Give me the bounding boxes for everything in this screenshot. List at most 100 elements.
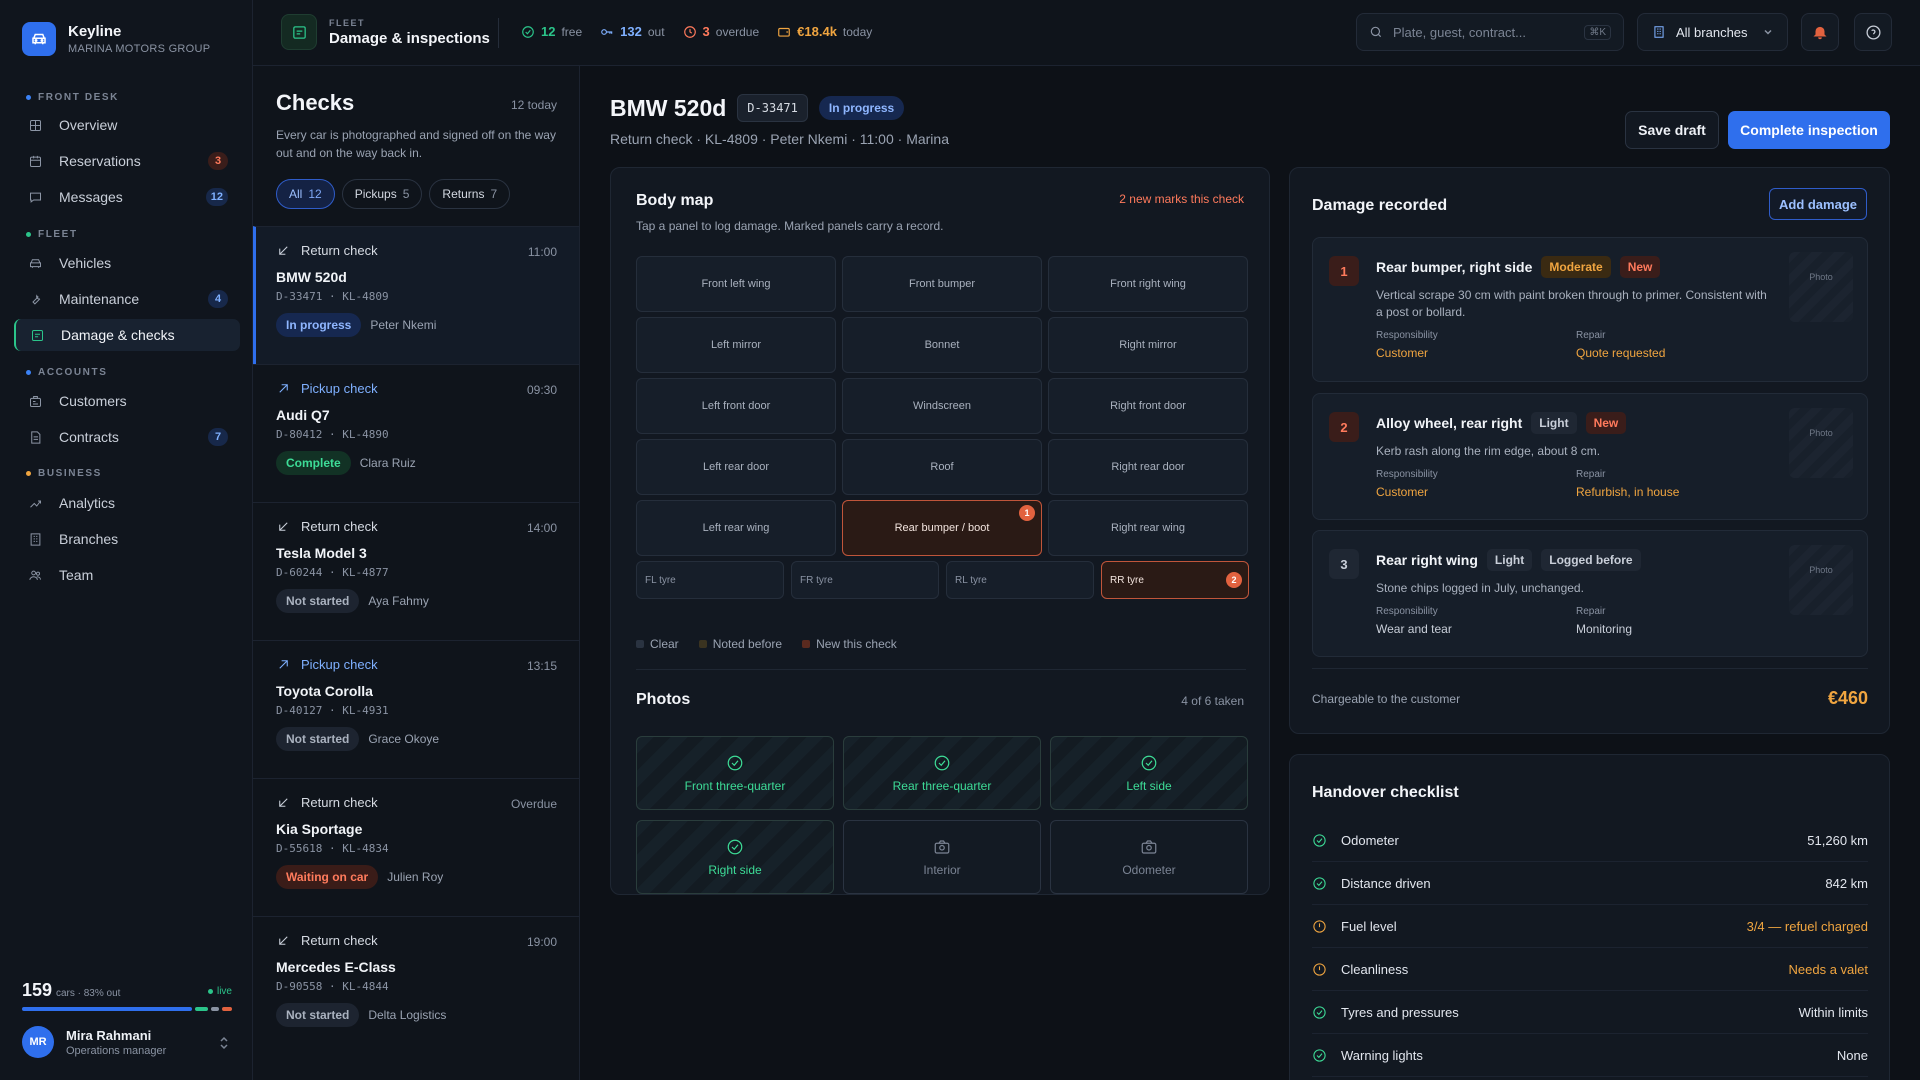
body-panel-right-rear-door[interactable]: Right rear door: [1048, 439, 1248, 495]
panel-label: Right rear door: [1111, 461, 1185, 473]
body-panel-roof[interactable]: Roof: [842, 439, 1042, 495]
body-panel-left-rear-door[interactable]: Left rear door: [636, 439, 836, 495]
tyre-fr[interactable]: FR tyre: [791, 561, 939, 599]
check-card[interactable]: Pickup check 09:30 Audi Q7 D-80412 · KL-489…: [253, 364, 579, 502]
checklist-label: Odometer: [1341, 832, 1399, 848]
damage-photo-thumb[interactable]: Photo: [1789, 545, 1853, 615]
sidebar-item-overview[interactable]: Overview: [14, 109, 240, 141]
save-draft-button[interactable]: Save draft: [1625, 111, 1719, 149]
branch-select[interactable]: All branches: [1637, 13, 1788, 51]
damage-photo-thumb[interactable]: Photo: [1789, 252, 1853, 322]
checklist-value: 3/4 — refuel charged: [1746, 918, 1868, 934]
body-panel-front-left-wing[interactable]: Front left wing: [636, 256, 836, 312]
body-panel-right-rear-wing[interactable]: Right rear wing: [1048, 500, 1248, 556]
checklist-row[interactable]: Cleanliness Needs a valet: [1312, 948, 1868, 991]
body-panel-right-mirror[interactable]: Right mirror: [1048, 317, 1248, 373]
stat-value: 3: [702, 24, 710, 39]
check-card[interactable]: Pickup check 13:15 Toyota Corolla D-40127 ·…: [253, 640, 579, 778]
photo-slot-left-side[interactable]: Left side: [1050, 736, 1248, 810]
sidebar-item-label: Messages: [59, 189, 123, 205]
body-panel-right-front-door[interactable]: Right front door: [1048, 378, 1248, 434]
photo-slot-interior[interactable]: Interior: [843, 820, 1041, 894]
brand[interactable]: Keyline MARINA MOTORS GROUP: [22, 22, 210, 56]
user-menu[interactable]: MR Mira Rahmani Operations manager: [22, 1026, 228, 1058]
charge-label: Chargeable to the customer: [1312, 691, 1461, 706]
sidebar-item-label: Maintenance: [59, 291, 140, 307]
sidebar-item-team[interactable]: Team: [14, 559, 240, 591]
checks-panel: Checks 12 today Every car is photographe…: [253, 66, 580, 1080]
sidebar-item-customers[interactable]: Customers: [14, 385, 240, 417]
check-card[interactable]: Return check 14:00 Tesla Model 3 D-60244 · …: [253, 502, 579, 640]
complete-inspection-button[interactable]: Complete inspection: [1728, 111, 1890, 149]
check-card[interactable]: Return check 19:00 Mercedes E-Class D-90558…: [253, 916, 579, 1054]
photo-slot-rear-three-quarter[interactable]: Rear three-quarter: [843, 736, 1041, 810]
filter-chip-all[interactable]: All 12: [276, 179, 335, 209]
body-panel-windscreen[interactable]: Windscreen: [842, 378, 1042, 434]
checklist-label: Cleanliness: [1341, 961, 1409, 977]
panel-label: Roof: [930, 461, 954, 473]
sidebar-item-messages[interactable]: Messages 12: [14, 181, 240, 213]
damage-description: Kerb rash along the rim edge, about 8 cm…: [1376, 444, 1601, 458]
damage-card[interactable]: 2 Alloy wheel, rear right Light New Kerb ras…: [1312, 393, 1868, 520]
tyre-label: RR tyre: [1110, 574, 1144, 586]
photo-slot-odometer[interactable]: Odometer: [1050, 820, 1248, 894]
check-car: Mercedes E-Class: [276, 959, 396, 975]
body-panel-rear-bumper-boot[interactable]: Rear bumper / boot 1: [842, 500, 1042, 556]
tyre-rl[interactable]: RL tyre: [946, 561, 1094, 599]
sidebar-item-damage-checks[interactable]: Damage & checks: [14, 319, 240, 351]
checklist-row[interactable]: Tyres and pressures Within limits: [1312, 991, 1868, 1034]
panel-label: Left rear wing: [702, 522, 770, 534]
checklist-row[interactable]: Odometer 51,260 km: [1312, 819, 1868, 862]
filter-chip-returns[interactable]: Returns 7: [429, 179, 511, 209]
status-badge: Waiting on car: [276, 865, 379, 889]
nav-section-label: FRONT DESK: [38, 92, 119, 103]
panel-label: Front right wing: [1110, 278, 1186, 290]
help-button[interactable]: [1854, 13, 1892, 51]
photo-slot-right-side[interactable]: Right side: [636, 820, 834, 894]
add-damage-button[interactable]: Add damage: [1769, 188, 1867, 220]
check-type-label: Return check: [301, 519, 378, 534]
section-dot-icon: [26, 95, 31, 100]
check-ids: D-80412 · KL-4890: [276, 428, 389, 441]
sidebar-item-branches[interactable]: Branches: [14, 523, 240, 555]
sidebar-item-reservations[interactable]: Reservations 3: [14, 145, 240, 177]
damage-marker: 1: [1019, 505, 1035, 521]
tyre-rr[interactable]: RR tyre 2: [1101, 561, 1249, 599]
sidebar-item-vehicles[interactable]: Vehicles: [14, 247, 240, 279]
responsibility-value: Customer: [1376, 346, 1429, 360]
body-panel-left-rear-wing[interactable]: Left rear wing: [636, 500, 836, 556]
check-card[interactable]: Return check Overdue Kia Sportage D-55618 ·…: [253, 778, 579, 916]
tyre-label: FL tyre: [645, 574, 676, 586]
checklist-row[interactable]: Fuel level 3/4 — refuel charged: [1312, 905, 1868, 948]
sidebar-item-contracts[interactable]: Contracts 7: [14, 421, 240, 453]
sidebar-item-maintenance[interactable]: Maintenance 4: [14, 283, 240, 315]
check-card[interactable]: Return check 11:00 BMW 520d D-33471 · KL-48…: [253, 226, 579, 364]
body-panel-left-front-door[interactable]: Left front door: [636, 378, 836, 434]
status-badge: In progress: [276, 313, 362, 337]
damage-card[interactable]: 1 Rear bumper, right side Moderate New Verti…: [1312, 237, 1868, 382]
responsibility-field: Responsibility Customer: [1376, 330, 1576, 360]
sidebar-item-analytics[interactable]: Analytics: [14, 487, 240, 519]
tyre-fl[interactable]: FL tyre: [636, 561, 784, 599]
checklist-row[interactable]: Warning lights None: [1312, 1034, 1868, 1077]
notifications-button[interactable]: [1801, 13, 1839, 51]
checklist-row[interactable]: Distance driven 842 km: [1312, 862, 1868, 905]
filter-chip-pickups[interactable]: Pickups 5: [341, 179, 423, 209]
handover-panel: Handover checklist Odometer 51,260 km Dist…: [1289, 754, 1890, 1080]
body-panel-front-bumper[interactable]: Front bumper: [842, 256, 1042, 312]
body-panel-left-mirror[interactable]: Left mirror: [636, 317, 836, 373]
stat-value: 12: [541, 24, 556, 39]
fleet-summary: 159 cars · 83% out live: [22, 980, 232, 1011]
damage-photo-thumb[interactable]: Photo: [1789, 408, 1853, 478]
photo-slot-front-three-quarter[interactable]: Front three-quarter: [636, 736, 834, 810]
stat-overdue: 3 overdue: [683, 24, 759, 39]
photo-label: Front three-quarter: [684, 778, 786, 793]
damage-card[interactable]: 3 Rear right wing Light Logged before Stone …: [1312, 530, 1868, 657]
wrench-icon: [28, 292, 43, 307]
body-panel-bonnet[interactable]: Bonnet: [842, 317, 1042, 373]
photos-count: 4 of 6 taken: [1181, 694, 1244, 708]
filter-label: Pickups: [354, 187, 397, 201]
repair-value: Refurbish, in house: [1576, 485, 1680, 499]
body-panel-front-right-wing[interactable]: Front right wing: [1048, 256, 1248, 312]
search-input[interactable]: Plate, guest, contract... ⌘K: [1356, 13, 1624, 51]
